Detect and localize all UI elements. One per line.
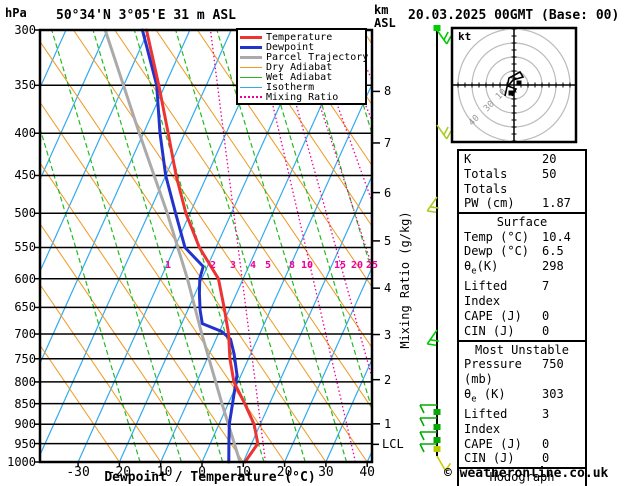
mixing-ratio-value-label: 5 (264, 260, 272, 271)
mixing-ratio-value-label: 2 (209, 260, 217, 271)
panel-row-value: 298 (542, 259, 564, 274)
mixing-ratio-value-label: 8 (288, 260, 296, 271)
panel-row-label: Pressure (mb) (464, 357, 522, 386)
mixing-ratio-value-label: 20 (350, 260, 364, 271)
panel-row-label: Totals Totals (464, 166, 508, 196)
km-tick-label: 4 (384, 281, 392, 296)
parcel-trajectory-line-sample (240, 55, 262, 59)
panel-row-value: 0 (542, 323, 550, 338)
legend-items: Temperature Dewpoint Parcel Trajectory Dry … (240, 32, 368, 103)
panel-row-label: CAPE (J) (464, 309, 522, 324)
panel-row: PW (cm) 1.87 (459, 196, 585, 211)
panel-row: Pressure (mb) 750 (459, 357, 585, 387)
km-tick-label: 2 (384, 372, 392, 387)
panel-row-value: 3 (542, 406, 550, 421)
legend-item: Wet Adiabat (240, 72, 365, 83)
mixing-ratio-axis-label: Mixing Ratio (g/kg) (398, 211, 412, 349)
x-axis-label: Dewpoint / Temperature (°C) (104, 470, 316, 485)
panel-row-label: θe (K) (464, 386, 506, 405)
legend-item: Temperature (240, 32, 365, 43)
legend-item: Isotherm (240, 82, 365, 93)
panel-title: Most Unstable (475, 342, 569, 357)
mixing-ratio-value-label: 1 (164, 260, 172, 271)
sounding-screen: 10 30 40 kt hPa 50°34'N 3°05'E 31 m ASL 20.… (0, 0, 629, 486)
panel-row-label: Lifted Index (464, 279, 508, 309)
panel-row: CIN (J) 0 (459, 324, 585, 339)
panel-row-label: CAPE (J) (464, 436, 522, 451)
panel-row: CAPE (J) 0 (459, 437, 585, 452)
panel-row-label: Temp (°C) (464, 229, 530, 244)
panel-row: Temp (°C) 10.4 (459, 230, 585, 245)
panel-row: CAPE (J) 0 (459, 309, 585, 324)
panel-row: Totals Totals 50 (459, 167, 585, 197)
mixing-ratio-value-label: 25 (365, 260, 379, 271)
panel-row-label: CIN (J) (464, 451, 515, 466)
panel-row: Dewp (°C) 6.5 (459, 244, 585, 259)
legend-item: Mixing Ratio (240, 91, 365, 103)
panel-row-value: 6.5 (542, 244, 564, 259)
legend-item: Dry Adiabat (240, 62, 365, 73)
km-tick-label: 7 (384, 135, 392, 150)
data-panels: K 20 Totals Totals 50 PW (cm) 1.87 Surface Temp… (457, 149, 587, 486)
panel-row-value: 50 (542, 166, 557, 181)
mixing-ratio-value-label: 3 (229, 260, 237, 271)
panel-row-value: 0 (542, 436, 550, 451)
wet-adiabat-line-sample (240, 76, 262, 78)
panel-most-unstable: Most Unstable Pressure (mb) 750 θe (K) 303 Li… (457, 339, 587, 470)
panel-title: Surface (496, 215, 548, 230)
panel-row-value: 303 (542, 386, 564, 401)
km-tick-label: 1 (384, 416, 392, 431)
panel-row-label: PW (cm) (464, 196, 515, 211)
km-tick-label: 6 (384, 185, 392, 200)
legend-item: Parcel Trajectory (240, 52, 368, 63)
copyright-label: © weatheronline.co.uk (444, 466, 609, 481)
panel-row-label: Dewp (°C) (464, 244, 530, 259)
km-tick-label: 8 (384, 84, 392, 99)
panel-row-value: 0 (542, 451, 550, 466)
km-tick-label: 3 (384, 327, 392, 342)
dewpoint-line-sample (240, 45, 262, 49)
panel-indices: K 20 Totals Totals 50 PW (cm) 1.87 (457, 149, 587, 215)
panel-row: K 20 (459, 152, 585, 167)
panel-row: Lifted Index 3 (459, 407, 585, 437)
panel-surface: Surface Temp (°C) 10.4 Dewp (°C) 6.5 θe(K) 298… (457, 212, 587, 342)
temperature-line-sample (240, 35, 262, 39)
mixing-ratio-value-label: 15 (333, 260, 347, 271)
dry-adiabat-line-sample (240, 66, 262, 68)
panel-row-value: 1.87 (542, 196, 571, 211)
lcl-label: LCL (382, 437, 404, 452)
panel-row-value: 7 (542, 279, 550, 294)
panel-row-label: Lifted Index (464, 406, 508, 436)
panel-row-label: CIN (J) (464, 323, 515, 338)
legend: Temperature Dewpoint Parcel Trajectory Dry … (236, 28, 368, 105)
panel-row: CIN (J) 0 (459, 451, 585, 466)
km-tick-label: 5 (384, 233, 392, 248)
panel-row: θe (K) 303 (459, 387, 585, 407)
mixing-ratio-value-label: 4 (249, 260, 257, 271)
panel-row-value: 10.4 (542, 229, 571, 244)
panel-row-value: 20 (542, 152, 557, 166)
legend-item: Dewpoint (240, 42, 365, 53)
isotherm-line-sample (240, 86, 262, 88)
panel-row: Lifted Index 7 (459, 279, 585, 309)
legend-item-label: Mixing Ratio (266, 91, 339, 103)
panel-row-value: 750 (542, 357, 564, 372)
panel-row: θe(K) 298 (459, 259, 585, 279)
panel-row-label: K (464, 152, 472, 166)
mixing-ratio-line-sample (240, 96, 262, 98)
panel-row-value: 0 (542, 309, 550, 324)
panel-row-label: θe(K) (464, 259, 499, 277)
mixing-ratio-value-label: 10 (300, 260, 314, 271)
